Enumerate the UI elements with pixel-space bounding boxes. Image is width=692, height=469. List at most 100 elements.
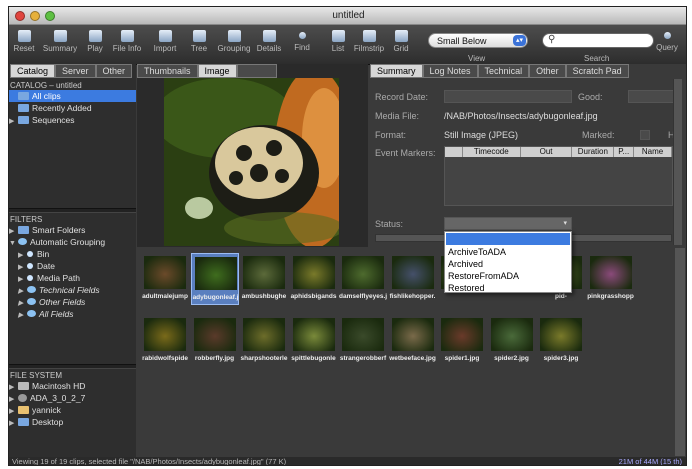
home-icon — [18, 406, 29, 414]
reset-button[interactable]: Reset — [9, 27, 39, 53]
import-button[interactable]: Import — [149, 27, 181, 53]
find-button[interactable]: Find — [290, 27, 314, 52]
hard-drive-icon — [18, 382, 29, 390]
tab-log-notes[interactable]: Log Notes — [422, 64, 478, 78]
info-pane: Summary Log Notes Technical Other Scratc… — [370, 64, 686, 249]
group-icon — [27, 263, 33, 269]
catalog-item-sequences[interactable]: ▶ Sequences — [9, 114, 136, 126]
tab-server[interactable]: Server — [55, 64, 96, 78]
search-input[interactable]: ⚲ — [542, 33, 654, 48]
fs-item-yannick[interactable]: ▶ yannick — [9, 404, 136, 416]
pane-divider[interactable] — [9, 208, 136, 213]
thumbnail-item[interactable]: fishlikehopper. — [389, 253, 437, 305]
status-option-restore-from-ada[interactable]: RestoreFromADA — [445, 270, 571, 282]
thumbnail-item[interactable]: wetbeeface.jpg — [389, 315, 437, 367]
thumbnail-caption: spittlebugonle — [291, 355, 336, 362]
view-select[interactable]: Small Below ▴▾ — [428, 33, 528, 48]
thumbnail-item[interactable]: adybugonleaf.j — [190, 253, 239, 305]
filter-technical-fields[interactable]: ▶ Technical Fields — [9, 284, 136, 296]
marked-label: Marked: — [582, 130, 615, 140]
filmstrip-button[interactable]: Filmstrip — [352, 27, 386, 53]
thumbnail-grid: adultmalejump adybugonleaf.j ambushbughe ap… — [137, 247, 686, 458]
status-select[interactable]: ▾ — [444, 217, 572, 230]
list-button[interactable]: List — [327, 27, 349, 53]
marked-checkbox[interactable] — [640, 130, 650, 140]
filesystem-header: FILE SYSTEM — [10, 371, 63, 380]
pane-divider[interactable] — [9, 364, 136, 369]
column-out[interactable]: Out — [521, 147, 573, 157]
thumbnail-item[interactable]: spider1.jpg — [438, 315, 486, 367]
filter-smart-folders[interactable]: ▶ Smart Folders — [9, 224, 136, 236]
thumbnail-item[interactable]: damselflyeyes.j — [339, 253, 387, 305]
thumbnail-caption: sharpshooterle — [240, 355, 288, 362]
disclosure-triangle-icon[interactable]: ▶ — [9, 116, 18, 128]
media-file-value: /NAB/Photos/Insects/adybugonleaf.jpg — [444, 111, 598, 121]
file-info-button[interactable]: File Info — [110, 27, 144, 53]
format-label: Format: — [375, 130, 407, 140]
thumbnail-item[interactable]: spider3.jpg — [537, 315, 585, 367]
catalog-item-recently-added[interactable]: Recently Added — [9, 102, 136, 114]
details-button[interactable]: Details — [254, 27, 284, 53]
status-option-archived[interactable]: Archived — [445, 258, 571, 270]
good-field[interactable] — [628, 90, 676, 103]
grid-vertical-scrollbar[interactable] — [675, 248, 685, 456]
tree-button[interactable]: Tree — [187, 27, 211, 53]
column-duration[interactable]: Duration — [572, 147, 615, 157]
grid-button[interactable]: Grid — [389, 27, 413, 53]
tab-scratch-pad[interactable]: Scratch Pad — [565, 64, 629, 78]
filter-other-fields[interactable]: ▶ Other Fields — [9, 296, 136, 308]
tab-catalog[interactable]: Catalog — [10, 64, 56, 78]
status-option-blank[interactable] — [446, 233, 570, 245]
memory-indicator[interactable]: 21M of 44M (15 th) — [619, 457, 682, 465]
thumbnail-item[interactable]: rabidwolfspide — [141, 315, 189, 367]
catalog-item-all-clips[interactable]: All clips — [9, 90, 136, 102]
status-option-restored[interactable]: Restored — [445, 282, 571, 294]
event-markers-table[interactable]: Timecode Out Duration P... Name — [444, 146, 673, 206]
tab-other[interactable]: Other — [95, 64, 133, 78]
play-button[interactable]: Play — [83, 27, 107, 53]
toolbar: Reset Summary Play File Info Import Tree… — [9, 25, 686, 65]
fs-item-ada[interactable]: ▶ ADA_3_0_2_7 — [9, 392, 136, 404]
thumbnail-caption: damselflyeyes.j — [339, 293, 387, 300]
query-icon — [663, 32, 671, 39]
disclosure-triangle-icon[interactable]: ▶ — [9, 418, 18, 430]
thumbnail-caption: aphidsbigands — [290, 293, 337, 300]
tab-thumbnails[interactable]: Thumbnails — [137, 64, 198, 78]
query-button[interactable]: Query — [653, 27, 681, 52]
status-option-archive-to-ada[interactable]: ArchiveToADA — [445, 246, 571, 258]
disclosure-triangle-icon[interactable]: ▶ — [18, 310, 27, 322]
summary-button[interactable]: Summary — [41, 27, 79, 53]
thumbnail-item[interactable]: strangerobberf — [339, 315, 387, 367]
thumbnail-item[interactable]: aphidsbigands — [290, 253, 338, 305]
thumbnail-item[interactable]: robberfly.jpg — [191, 315, 239, 367]
thumbnail-caption: adybugonleaf.j — [192, 294, 239, 301]
column-timecode[interactable]: Timecode — [463, 147, 521, 157]
filter-all-fields[interactable]: ▶ All Fields — [9, 308, 136, 320]
info-vertical-scrollbar[interactable] — [673, 79, 682, 245]
filter-automatic-grouping[interactable]: ▼ Automatic Grouping — [9, 236, 136, 248]
list-icon — [331, 30, 345, 42]
thumbnail-item[interactable]: ambushbughe — [240, 253, 288, 305]
record-date-field[interactable] — [444, 90, 572, 103]
thumbnail-item[interactable]: adultmalejump — [141, 253, 189, 305]
fs-item-macintosh-hd[interactable]: ▶ Macintosh HD — [9, 380, 136, 392]
thumbnail-caption: ambushbughe — [241, 293, 287, 300]
tab-image[interactable]: Image — [197, 64, 237, 78]
tab-technical[interactable]: Technical — [477, 64, 530, 78]
fs-item-desktop[interactable]: ▶ Desktop — [9, 416, 136, 428]
grouping-button[interactable]: Grouping — [215, 27, 253, 53]
filter-bin[interactable]: ▶ Bin — [9, 248, 136, 260]
thumbnail-item[interactable]: sharpshooterle — [240, 315, 288, 367]
thumbnail-item[interactable]: spider2.jpg — [488, 315, 536, 367]
tab-other-info[interactable]: Other — [529, 64, 566, 78]
column-name[interactable]: Name — [634, 147, 672, 157]
filter-media-path[interactable]: ▶ Media Path — [9, 272, 136, 284]
filter-date[interactable]: ▶ Date — [9, 260, 136, 272]
thumbnail-item[interactable]: pinkgrasshopp — [587, 253, 635, 305]
thumbnail-item[interactable]: spittlebugonle — [290, 315, 338, 367]
media-file-label: Media File: — [375, 111, 420, 121]
window-title: untitled — [332, 10, 365, 21]
app-window: untitled Reset Summary Play File Info Im… — [8, 6, 687, 466]
tab-summary[interactable]: Summary — [370, 64, 423, 78]
column-p[interactable]: P... — [614, 147, 635, 157]
